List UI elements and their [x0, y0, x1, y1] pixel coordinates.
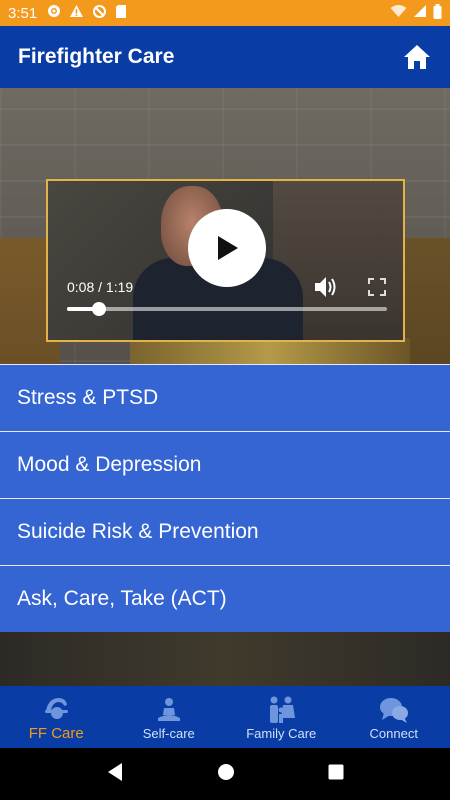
volume-icon[interactable] [314, 276, 338, 303]
meditation-icon [155, 694, 183, 724]
play-button[interactable] [188, 209, 266, 287]
firefighter-icon [42, 693, 70, 723]
tab-ff-care[interactable]: FF Care [0, 686, 113, 748]
signal-icon [413, 4, 427, 22]
status-bar: 3:51 [0, 0, 450, 26]
fullscreen-icon[interactable] [368, 278, 386, 301]
play-icon [218, 236, 238, 260]
hero-bottom [0, 630, 450, 686]
home-button[interactable] [402, 42, 432, 72]
video-progress-bar[interactable] [67, 302, 387, 316]
app-bar: Firefighter Care [0, 26, 450, 88]
menu-item-ask-care-take[interactable]: Ask, Care, Take (ACT) [0, 565, 450, 632]
recents-icon[interactable] [328, 764, 344, 785]
tab-self-care[interactable]: Self-care [113, 686, 226, 748]
topic-menu: Stress & PTSD Mood & Depression Suicide … [0, 364, 450, 632]
menu-item-label: Ask, Care, Take (ACT) [17, 587, 227, 610]
bottom-tab-bar: FF Care Self-care Family Care Connect [0, 686, 450, 748]
system-nav-bar [0, 748, 450, 800]
battery-icon [433, 3, 442, 23]
gear-icon [47, 4, 61, 22]
video-progress-knob[interactable] [92, 302, 106, 316]
page-title: Firefighter Care [18, 45, 175, 68]
tab-connect[interactable]: Connect [338, 686, 450, 748]
chat-icon [379, 694, 409, 724]
tab-label: Family Care [246, 725, 317, 741]
tab-family-care[interactable]: Family Care [225, 686, 338, 748]
status-time: 3:51 [8, 4, 38, 22]
menu-item-label: Suicide Risk & Prevention [17, 520, 259, 543]
warning-icon [69, 4, 84, 22]
menu-item-mood-depression[interactable]: Mood & Depression [0, 431, 450, 498]
home-icon [404, 45, 430, 69]
wifi-icon [390, 4, 407, 22]
sd-card-icon [115, 4, 127, 23]
family-icon [266, 694, 296, 724]
menu-item-label: Stress & PTSD [17, 386, 159, 409]
back-icon[interactable] [106, 762, 124, 787]
tab-label: Connect [369, 725, 418, 741]
video-player[interactable]: 0:08 / 1:19 [46, 179, 405, 342]
menu-item-stress-ptsd[interactable]: Stress & PTSD [0, 364, 450, 431]
video-time: 0:08 / 1:19 [67, 279, 134, 295]
no-sync-icon [92, 4, 107, 23]
tab-label: Self-care [142, 725, 195, 741]
nav-home-icon[interactable] [217, 763, 235, 786]
tab-label: FF Care [28, 724, 84, 742]
menu-item-label: Mood & Depression [17, 453, 202, 476]
menu-item-suicide-risk[interactable]: Suicide Risk & Prevention [0, 498, 450, 565]
